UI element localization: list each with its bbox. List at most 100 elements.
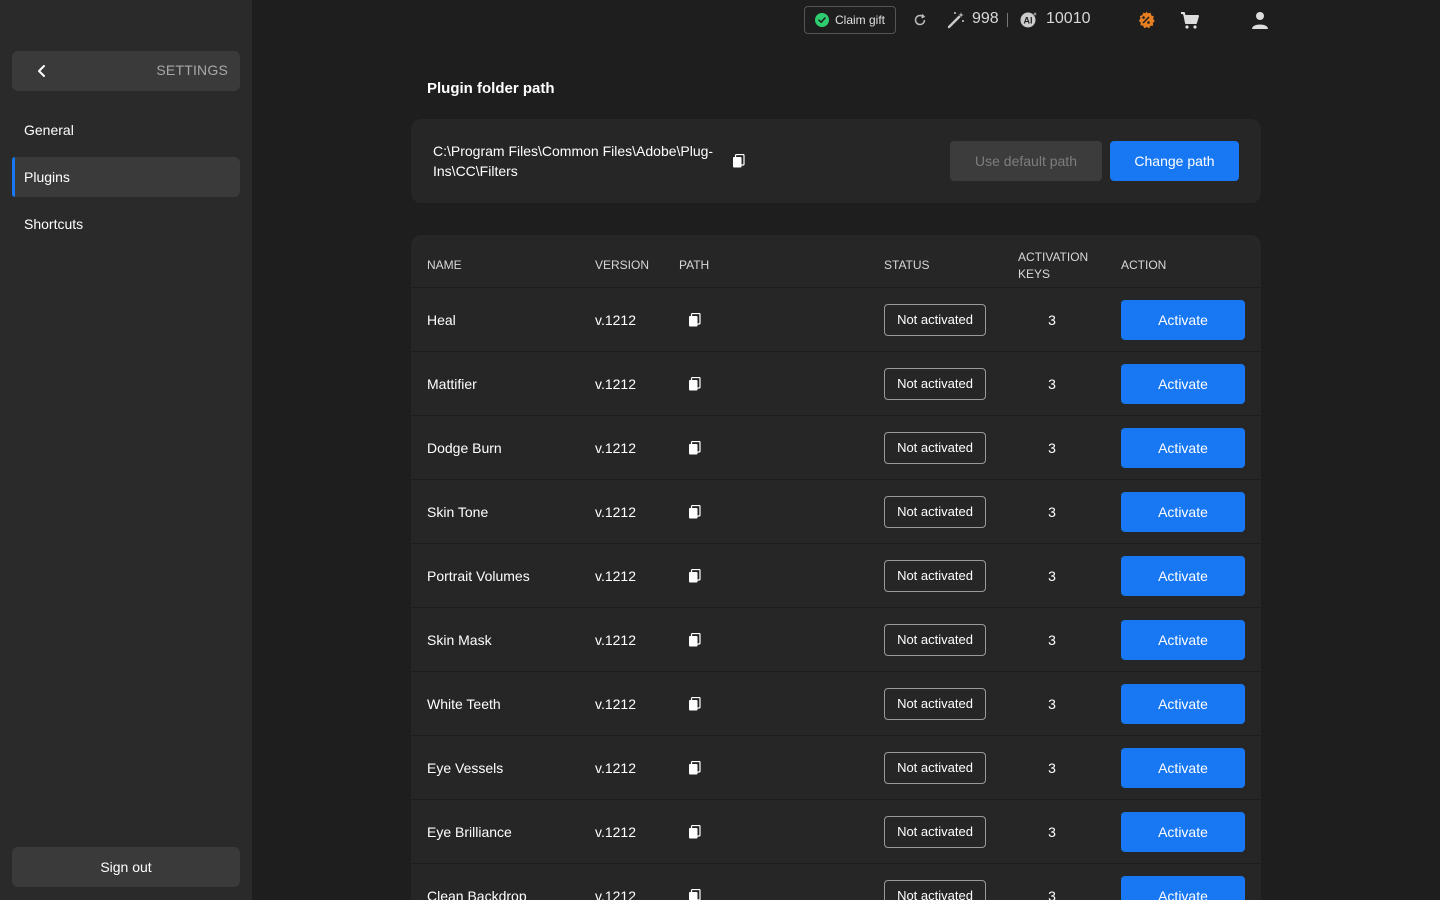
divider <box>1007 13 1008 27</box>
status-badge: Not activated <box>884 752 986 784</box>
magic-wand-icon <box>946 10 966 30</box>
check-circle-icon <box>815 13 829 27</box>
activate-button[interactable]: Activate <box>1121 876 1245 900</box>
activation-keys-count: 3 <box>1048 632 1056 648</box>
table-row: Mattifier v.1212 Not activated 3 Activate <box>411 352 1261 416</box>
plugin-version: v.1212 <box>595 888 636 900</box>
activate-button[interactable]: Activate <box>1121 620 1245 660</box>
table-row: Skin Mask v.1212 Not activated 3 Activate <box>411 608 1261 672</box>
copy-icon[interactable] <box>688 696 702 711</box>
sidebar-item-plugins[interactable]: Plugins <box>12 157 240 197</box>
sidebar-header: SETTINGS <box>12 51 240 91</box>
status-badge: Not activated <box>884 496 986 528</box>
ai-credits-icon: AI <box>1019 10 1039 30</box>
plugin-version: v.1212 <box>595 760 636 776</box>
status-badge: Not activated <box>884 624 986 656</box>
activate-button[interactable]: Activate <box>1121 556 1245 596</box>
activate-button[interactable]: Activate <box>1121 748 1245 788</box>
plugin-version: v.1212 <box>595 376 636 392</box>
activate-button[interactable]: Activate <box>1121 428 1245 468</box>
header-name: NAME <box>427 258 462 272</box>
cart-icon[interactable] <box>1180 10 1200 30</box>
use-default-path-button[interactable]: Use default path <box>950 141 1102 181</box>
copy-icon[interactable] <box>688 504 702 519</box>
copy-icon[interactable] <box>688 824 702 839</box>
plugin-name: Eye Vessels <box>427 760 504 776</box>
activate-button[interactable]: Activate <box>1121 684 1245 724</box>
settings-title: SETTINGS <box>156 62 228 78</box>
copy-icon[interactable] <box>688 632 702 647</box>
header-action: ACTION <box>1121 258 1167 272</box>
header-activation-keys: ACTIVATION KEYS <box>1018 250 1089 281</box>
table-header: NAME VERSION PATH STATUS ACTIVATION KEYS… <box>411 235 1261 288</box>
copy-icon[interactable] <box>688 760 702 775</box>
copy-icon[interactable] <box>688 888 702 900</box>
section-title: Plugin folder path <box>427 80 555 97</box>
table-row: White Teeth v.1212 Not activated 3 Activate <box>411 672 1261 736</box>
plugin-name: Heal <box>427 312 456 328</box>
table-row: Dodge Burn v.1212 Not activated 3 Activate <box>411 416 1261 480</box>
copy-icon[interactable] <box>732 154 746 168</box>
activation-keys-count: 3 <box>1048 312 1056 328</box>
plugin-name: Portrait Volumes <box>427 568 530 584</box>
user-icon[interactable] <box>1250 10 1270 30</box>
plugin-name: Dodge Burn <box>427 440 502 456</box>
sidebar-item-general[interactable]: General <box>12 110 240 150</box>
activation-keys-count: 3 <box>1048 568 1056 584</box>
activate-button[interactable]: Activate <box>1121 300 1245 340</box>
ai-credits-count: 10010 <box>1046 10 1091 27</box>
table-row: Eye Vessels v.1212 Not activated 3 Activate <box>411 736 1261 800</box>
plugin-name: Skin Tone <box>427 504 489 520</box>
plugin-version: v.1212 <box>595 632 636 648</box>
sign-out-button[interactable]: Sign out <box>12 847 240 887</box>
table-row: Skin Tone v.1212 Not activated 3 Activate <box>411 480 1261 544</box>
sidebar-nav: General Plugins Shortcuts <box>12 110 240 251</box>
plugin-version: v.1212 <box>595 568 636 584</box>
claim-gift-label: Claim gift <box>835 13 886 27</box>
activation-keys-count: 3 <box>1048 888 1056 900</box>
activate-button[interactable]: Activate <box>1121 812 1245 852</box>
table-row: Portrait Volumes v.1212 Not activated 3 Acti… <box>411 544 1261 608</box>
plugin-version: v.1212 <box>595 696 636 712</box>
plugin-folder-path: C:\Program Files\Common Files\Adobe\Plug… <box>433 143 714 179</box>
plugin-version: v.1212 <box>595 824 636 840</box>
plugin-name: Clean Backdrop <box>427 888 527 900</box>
activation-keys-count: 3 <box>1048 696 1056 712</box>
claim-gift-button[interactable]: Claim gift <box>804 6 896 34</box>
activate-button[interactable]: Activate <box>1121 492 1245 532</box>
wand-count: 998 <box>972 10 999 27</box>
sidebar-item-shortcuts[interactable]: Shortcuts <box>12 204 240 244</box>
plugin-folder-card: C:\Program Files\Common Files\Adobe\Plug… <box>411 119 1261 203</box>
chevron-left-icon <box>38 65 45 77</box>
plugin-version: v.1212 <box>595 504 636 520</box>
copy-icon[interactable] <box>688 440 702 455</box>
refresh-icon[interactable] <box>910 10 930 30</box>
sidebar: SETTINGS General Plugins Shortcuts Sign … <box>0 0 252 900</box>
status-badge: Not activated <box>884 816 986 848</box>
activation-keys-count: 3 <box>1048 504 1056 520</box>
copy-icon[interactable] <box>688 568 702 583</box>
status-badge: Not activated <box>884 368 986 400</box>
activation-keys-count: 3 <box>1048 376 1056 392</box>
plugin-name: Skin Mask <box>427 632 492 648</box>
table-row: Heal v.1212 Not activated 3 Activate <box>411 288 1261 352</box>
discount-badge-icon[interactable] <box>1136 10 1156 30</box>
plugin-name: Mattifier <box>427 376 477 392</box>
status-badge: Not activated <box>884 560 986 592</box>
header-path: PATH <box>679 258 710 272</box>
svg-text:AI: AI <box>1024 16 1033 26</box>
status-badge: Not activated <box>884 880 986 900</box>
activation-keys-count: 3 <box>1048 760 1056 776</box>
plugin-name: Eye Brilliance <box>427 824 512 840</box>
plugin-version: v.1212 <box>595 440 636 456</box>
status-badge: Not activated <box>884 432 986 464</box>
plugin-version: v.1212 <box>595 312 636 328</box>
plugins-table: NAME VERSION PATH STATUS ACTIVATION KEYS… <box>411 235 1261 900</box>
activate-button[interactable]: Activate <box>1121 364 1245 404</box>
back-button[interactable] <box>32 61 52 81</box>
copy-icon[interactable] <box>688 376 702 391</box>
plugin-name: White Teeth <box>427 696 501 712</box>
copy-icon[interactable] <box>688 312 702 327</box>
table-row: Eye Brilliance v.1212 Not activated 3 Activa… <box>411 800 1261 864</box>
change-path-button[interactable]: Change path <box>1110 141 1239 181</box>
